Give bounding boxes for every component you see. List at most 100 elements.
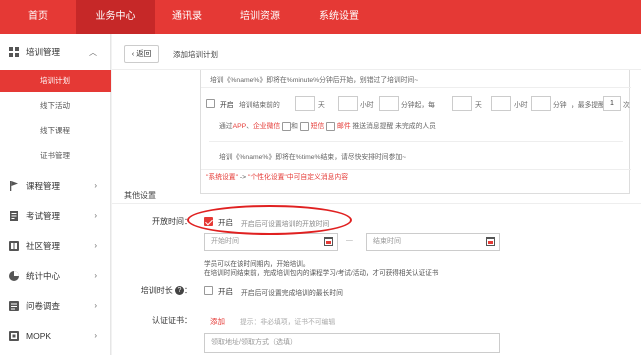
document-icon	[9, 211, 19, 221]
customize-note: "系统设置" -> "个性化设置"中可自定义消息内容	[206, 171, 348, 181]
end-time-input[interactable]: 结束时间	[366, 233, 500, 251]
interval-minutes-input[interactable]	[531, 96, 551, 111]
interval-hour-unit: 小时	[514, 102, 528, 109]
day-unit: 天	[318, 102, 325, 109]
nav-system-settings[interactable]: 系统设置	[301, 0, 377, 34]
channel-suffix: 推送消息提醒 未完成的人员	[352, 123, 436, 130]
max-reminder-label: ，最多提醒	[571, 102, 605, 109]
community-icon	[9, 241, 19, 251]
interval-hours-input[interactable]	[491, 96, 511, 111]
sidebar-group-label: 问卷调查	[26, 301, 61, 311]
chevron-right-icon: ›	[94, 331, 97, 340]
add-certificate-link[interactable]: 添加	[210, 316, 225, 327]
certificate-label: 认证证书：	[152, 316, 192, 325]
sidebar-item-offline-course[interactable]: 线下课程	[0, 120, 111, 142]
nav-business-center[interactable]: 业务中心	[76, 0, 155, 34]
channel-prefix: 通过	[219, 123, 233, 130]
chevron-right-icon: ›	[94, 211, 97, 220]
top-nav: 首页 业务中心 通讯录 培训资源 系统设置	[0, 0, 641, 34]
channel-row: 通过APP、企业微信 和 短信 邮件 推送消息提醒 未完成的人员	[219, 121, 436, 131]
sidebar-group-mopk[interactable]: MOPK ›	[0, 324, 111, 348]
sidebar-group-course[interactable]: 课程管理 ›	[0, 174, 111, 198]
note-system-settings: "系统设置"	[206, 174, 239, 181]
calendar-icon[interactable]	[324, 237, 333, 246]
section-title: 其他设置	[124, 191, 156, 200]
grid-icon	[9, 47, 19, 57]
note-arrow: ->	[239, 174, 247, 181]
duration-colon: ：	[184, 286, 192, 295]
times-unit: 次	[623, 102, 630, 109]
sidebar-group-label: 社区管理	[26, 241, 61, 251]
days-input[interactable]	[295, 96, 315, 111]
survey-icon	[9, 301, 19, 311]
channel-and: 和	[291, 123, 298, 130]
duration-label: 培训时长 ?：	[112, 285, 192, 296]
open-time-desc-2: 在培训时间结束前，完成培训包内的课程学习/考试/活动，才可获得相关认证证书	[204, 270, 439, 277]
sidebar-group-label: MOPK	[26, 331, 52, 341]
sidebar-group-survey[interactable]: 问卷调查 ›	[0, 294, 111, 318]
certificate-hint: 提示：非必填项，证书不可编辑	[240, 319, 336, 326]
sidebar-group-label: 培训管理	[26, 47, 61, 57]
interval-day-unit: 天	[475, 102, 482, 109]
channel-app: APP	[232, 123, 247, 130]
chevron-right-icon: ›	[94, 181, 97, 190]
channel-sms: 短信	[310, 123, 325, 130]
breadcrumb: 添加培训计划	[173, 50, 218, 59]
main-content: ‹ 返回 添加培训计划 培训《%name%》即将在%minute%分钟后开始，别…	[112, 34, 641, 355]
back-button[interactable]: ‹ 返回	[124, 45, 159, 63]
sidebar-group-exam[interactable]: 考试管理 ›	[0, 204, 111, 228]
sidebar: 培训管理 ︿ 培训计划 线下活动 线下课程 证书管理 课程管理 › 考试管理 ›…	[0, 34, 111, 355]
pk-icon	[9, 331, 19, 341]
minute-start-label: 分钟起，每	[401, 102, 435, 109]
chevron-right-icon: ›	[94, 271, 97, 280]
sidebar-group-label: 课程管理	[26, 181, 61, 191]
sidebar-group-training[interactable]: 培训管理 ︿	[0, 40, 111, 64]
chevron-left-icon: ‹	[131, 49, 135, 58]
help-icon[interactable]: ?	[175, 286, 184, 296]
duration-hint: 开启后可设置完成培训的最长时间	[241, 290, 343, 297]
sidebar-group-statistics[interactable]: 统计中心 ›	[0, 264, 111, 288]
chevron-up-icon: ︿	[89, 48, 97, 57]
message-template-top: 培训《%name%》即将在%minute%分钟后开始，别错过了培训时间~	[210, 77, 419, 84]
reminder-enable-label: 开启	[220, 102, 234, 109]
chart-icon	[9, 271, 19, 281]
end-time-placeholder: 结束时间	[373, 238, 401, 245]
hours-input[interactable]	[338, 96, 358, 111]
sidebar-item-certificate[interactable]: 证书管理	[0, 145, 111, 167]
before-end-label: 培训结束前的	[239, 102, 280, 109]
max-reminder-input[interactable]: 1	[603, 96, 621, 111]
chevron-right-icon: ›	[94, 241, 97, 250]
calendar-icon[interactable]	[486, 237, 495, 246]
minutes-input[interactable]	[379, 96, 399, 111]
start-time-placeholder: 开始时间	[211, 238, 239, 245]
hour-unit: 小时	[360, 102, 374, 109]
annotation-oval	[187, 205, 352, 235]
sms-checkbox[interactable]	[299, 121, 309, 131]
nav-home[interactable]: 首页	[0, 0, 76, 34]
date-range-dash: —	[346, 237, 353, 244]
duration-enable-label: 开启	[218, 287, 233, 296]
flag-icon	[9, 181, 19, 191]
sidebar-item-offline-activity[interactable]: 线下活动	[0, 95, 111, 117]
sidebar-group-label: 统计中心	[26, 271, 61, 281]
interval-minute-unit: 分钟	[553, 102, 567, 109]
note-custom-message: 中可自定义消息内容	[286, 174, 349, 181]
duration-checkbox[interactable]	[204, 286, 213, 295]
channel-wechat: 企业微信	[253, 123, 281, 130]
mail-checkbox[interactable]	[326, 121, 336, 131]
certificate-address-input[interactable]: 领取地址/领取方式（选填）	[204, 333, 500, 353]
reminder-enable-checkbox[interactable]	[206, 99, 215, 108]
wechat-checkbox[interactable]	[282, 121, 292, 131]
interval-days-input[interactable]	[452, 96, 472, 111]
nav-contacts[interactable]: 通讯录	[155, 0, 219, 34]
chevron-right-icon: ›	[94, 301, 97, 310]
nav-training-resources[interactable]: 培训资源	[219, 0, 301, 34]
sidebar-item-training-plan[interactable]: 培训计划	[0, 70, 111, 92]
section-divider	[112, 203, 641, 204]
back-label: 返回	[136, 49, 152, 58]
message-template-bottom: 培训《%name%》即将在%time%结束，请尽快安排时间参加~	[219, 154, 407, 161]
start-time-input[interactable]: 开始时间	[204, 233, 338, 251]
channel-mail: 邮件	[337, 123, 351, 130]
sidebar-group-community[interactable]: 社区管理 ›	[0, 234, 111, 258]
breadcrumb-bar: ‹ 返回 添加培训计划	[112, 34, 641, 70]
